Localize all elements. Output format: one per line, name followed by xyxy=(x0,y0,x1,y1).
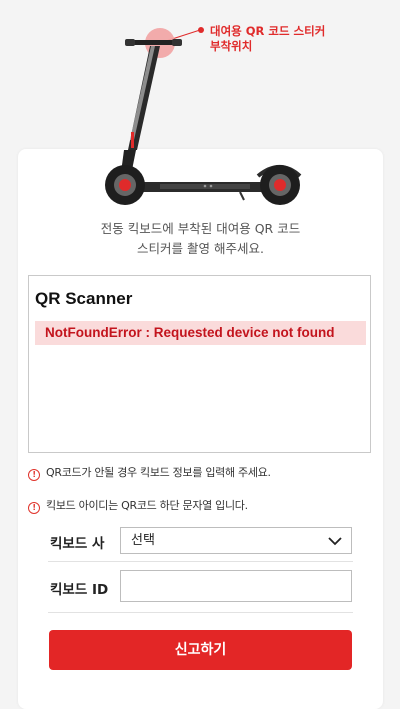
callout-line-1: 대여용 QR 코드 스티커 xyxy=(210,24,326,38)
qr-scanner-panel[interactable]: QR Scanner NotFoundError : Requested dev… xyxy=(28,275,371,453)
scanner-title: QR Scanner xyxy=(35,289,133,308)
note-text: 킥보드 아이디는 QR코드 하단 문자열 입니다. xyxy=(46,499,248,512)
chevron-down-icon xyxy=(328,537,342,546)
divider xyxy=(48,612,353,613)
sticker-location-callout: 대여용 QR 코드 스티커 부착위치 xyxy=(210,24,325,54)
company-select-value: 선택 xyxy=(131,533,155,548)
callout-line-2: 부착위치 xyxy=(210,39,253,53)
company-label: 킥보드 사 xyxy=(50,536,105,552)
company-select[interactable]: 선택 xyxy=(120,527,352,554)
scooter-id-label: 킥보드 ID xyxy=(50,582,109,598)
note-id-location: ! 킥보드 아이디는 QR코드 하단 문자열 입니다. xyxy=(28,497,248,514)
instructions-line-2: 스티커를 촬영 해주세요. xyxy=(137,241,264,256)
scooter-id-input[interactable] xyxy=(120,570,352,602)
note-text: QR코드가 안될 경우 킥보드 정보를 입력해 주세요. xyxy=(46,466,271,479)
scooter-illustration xyxy=(105,27,302,205)
scanner-error-message: NotFoundError : Requested device not fou… xyxy=(35,321,366,345)
info-icon: ! xyxy=(28,469,40,481)
divider xyxy=(48,561,353,562)
report-button[interactable]: 신고하기 xyxy=(49,630,352,670)
instructions-line-1: 전동 킥보드에 부착된 대여용 QR 코드 xyxy=(100,221,301,236)
instructions: 전동 킥보드에 부착된 대여용 QR 코드 스티커를 촬영 해주세요. xyxy=(18,219,383,259)
note-qr-fallback: ! QR코드가 안될 경우 킥보드 정보를 입력해 주세요. xyxy=(28,464,271,481)
info-icon: ! xyxy=(28,502,40,514)
